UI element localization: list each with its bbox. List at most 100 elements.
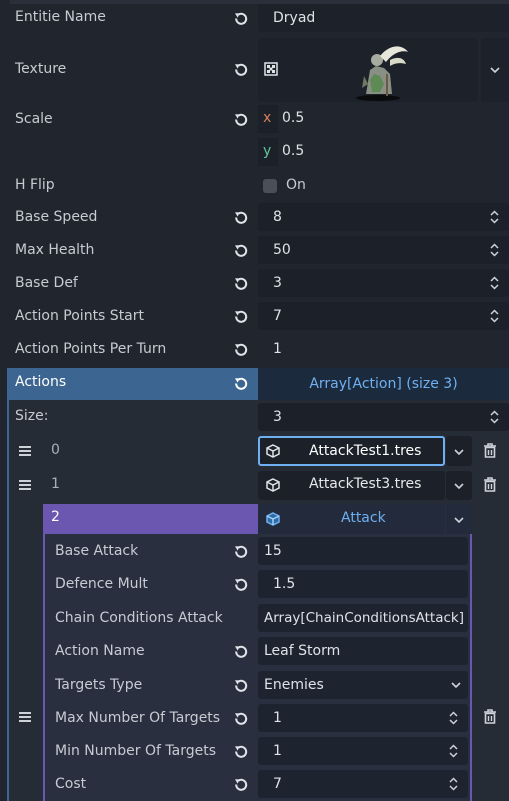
item-index: 2 bbox=[51, 509, 60, 525]
size-label: Size: bbox=[15, 408, 49, 424]
ap-start-spinbox[interactable]: 7 bbox=[258, 302, 509, 330]
scale-x-value: 0.5 bbox=[282, 110, 305, 126]
spin-arrows-icon[interactable] bbox=[490, 210, 499, 224]
delete-icon[interactable] bbox=[483, 709, 497, 724]
targets-type-label: Targets Type bbox=[55, 677, 143, 693]
defence-mult-field[interactable]: 1.5 bbox=[258, 570, 468, 598]
spin-arrows-icon[interactable] bbox=[490, 276, 499, 290]
revert-icon[interactable] bbox=[233, 342, 249, 358]
revert-icon[interactable] bbox=[233, 309, 249, 325]
image-texture-icon bbox=[264, 62, 278, 76]
action-name-value: Leaf Storm bbox=[264, 643, 341, 659]
defence-mult-label: Defence Mult bbox=[55, 576, 148, 592]
ap-start-value: 7 bbox=[273, 308, 282, 324]
max-health-value: 50 bbox=[273, 242, 291, 258]
revert-icon[interactable] bbox=[233, 376, 249, 392]
item-2-resource-picker[interactable]: Attack bbox=[258, 504, 445, 534]
item-1-dropdown-button[interactable] bbox=[446, 471, 472, 500]
revert-icon[interactable] bbox=[233, 777, 249, 793]
hflip-label: H Flip bbox=[15, 177, 55, 193]
revert-icon[interactable] bbox=[233, 678, 249, 694]
spin-arrows-icon[interactable] bbox=[490, 410, 499, 424]
revert-icon[interactable] bbox=[233, 112, 249, 128]
revert-icon[interactable] bbox=[233, 644, 249, 660]
base-def-spinbox[interactable]: 3 bbox=[258, 269, 509, 297]
item-0-resource-name: AttackTest1.tres bbox=[309, 443, 422, 459]
ap-per-turn-label: Action Points Per Turn bbox=[15, 341, 167, 357]
base-speed-spinbox[interactable]: 8 bbox=[258, 203, 509, 231]
scale-x-field[interactable]: x 0.5 bbox=[258, 105, 509, 133]
min-targets-value: 1 bbox=[273, 743, 282, 759]
resource-cube-icon bbox=[266, 478, 280, 492]
texture-resource-field[interactable] bbox=[258, 38, 478, 102]
chevron-down-icon bbox=[490, 67, 500, 73]
base-speed-value: 8 bbox=[273, 209, 282, 225]
drag-handle-icon[interactable] bbox=[19, 480, 31, 490]
scale-label: Scale bbox=[15, 111, 53, 127]
targets-type-value: Enemies bbox=[264, 677, 324, 693]
ap-start-label: Action Points Start bbox=[15, 308, 145, 324]
min-targets-label: Min Number Of Targets bbox=[55, 743, 216, 759]
spin-arrows-icon[interactable] bbox=[490, 243, 499, 257]
chevron-down-icon bbox=[451, 682, 461, 688]
base-attack-label: Base Attack bbox=[55, 543, 139, 559]
max-targets-value: 1 bbox=[273, 710, 282, 726]
delete-icon[interactable] bbox=[483, 443, 497, 458]
revert-icon[interactable] bbox=[233, 577, 249, 593]
resource-cube-icon bbox=[266, 444, 280, 458]
revert-icon[interactable] bbox=[233, 544, 249, 560]
chain-conditions-value: Array[ChainConditionsAttack] bbox=[264, 610, 465, 626]
actions-header[interactable]: Actions bbox=[7, 368, 258, 400]
base-attack-field[interactable]: 15 bbox=[258, 537, 468, 565]
cost-spinbox[interactable]: 7 bbox=[258, 770, 468, 798]
spin-arrows-icon[interactable] bbox=[449, 744, 458, 758]
entity-name-field[interactable]: Dryad bbox=[258, 4, 509, 32]
min-targets-spinbox[interactable]: 1 bbox=[258, 737, 468, 765]
actions-array-toggle[interactable]: Array[Action] (size 3) bbox=[258, 368, 509, 400]
axis-y-letter: y bbox=[263, 143, 272, 159]
scale-y-field[interactable]: y 0.5 bbox=[258, 138, 509, 166]
spin-arrows-icon[interactable] bbox=[449, 711, 458, 725]
max-health-spinbox[interactable]: 50 bbox=[258, 236, 509, 264]
revert-icon[interactable] bbox=[233, 744, 249, 760]
spin-arrows-icon[interactable] bbox=[449, 777, 458, 791]
item-0-dropdown-button[interactable] bbox=[446, 436, 472, 466]
texture-dropdown-button[interactable] bbox=[481, 38, 509, 102]
revert-icon[interactable] bbox=[233, 62, 249, 78]
item-1-resource-picker[interactable]: AttackTest3.tres bbox=[258, 471, 445, 500]
size-spinbox[interactable]: 3 bbox=[258, 403, 509, 431]
drag-handle-icon[interactable] bbox=[19, 446, 31, 456]
base-def-value: 3 bbox=[273, 275, 282, 291]
axis-x-letter: x bbox=[263, 110, 272, 126]
chevron-down-icon bbox=[454, 449, 464, 455]
chain-conditions-array-button[interactable]: Array[ChainConditionsAttack] bbox=[258, 604, 468, 632]
revert-icon[interactable] bbox=[233, 243, 249, 259]
actions-label: Actions bbox=[15, 374, 67, 390]
ap-per-turn-field[interactable]: 1 bbox=[258, 335, 509, 363]
max-targets-spinbox[interactable]: 1 bbox=[258, 704, 468, 732]
entity-name-label: Entitie Name bbox=[15, 9, 106, 25]
cost-value: 7 bbox=[273, 776, 282, 792]
spin-arrows-icon[interactable] bbox=[490, 309, 499, 323]
item-0-resource-picker[interactable]: AttackTest1.tres bbox=[258, 436, 445, 466]
revert-icon[interactable] bbox=[233, 210, 249, 226]
delete-icon[interactable] bbox=[483, 477, 497, 492]
defence-mult-value: 1.5 bbox=[273, 576, 296, 592]
ap-per-turn-value: 1 bbox=[273, 341, 282, 357]
revert-icon[interactable] bbox=[233, 11, 249, 27]
max-health-label: Max Health bbox=[15, 242, 95, 258]
targets-type-dropdown[interactable]: Enemies bbox=[258, 671, 468, 699]
action-name-field[interactable]: Leaf Storm bbox=[258, 637, 468, 665]
item-2-dropdown-button[interactable] bbox=[446, 504, 472, 534]
texture-label: Texture bbox=[15, 61, 67, 77]
base-speed-label: Base Speed bbox=[15, 209, 98, 225]
item-2-header[interactable]: 2 bbox=[43, 504, 258, 534]
hflip-checkbox[interactable] bbox=[263, 179, 277, 193]
hflip-checkbox-label: On bbox=[286, 177, 306, 193]
revert-icon[interactable] bbox=[233, 276, 249, 292]
revert-icon[interactable] bbox=[233, 711, 249, 727]
cost-label: Cost bbox=[55, 776, 87, 792]
entity-name-value: Dryad bbox=[273, 10, 316, 26]
item-index: 1 bbox=[51, 476, 60, 492]
drag-handle-icon[interactable] bbox=[19, 712, 31, 722]
